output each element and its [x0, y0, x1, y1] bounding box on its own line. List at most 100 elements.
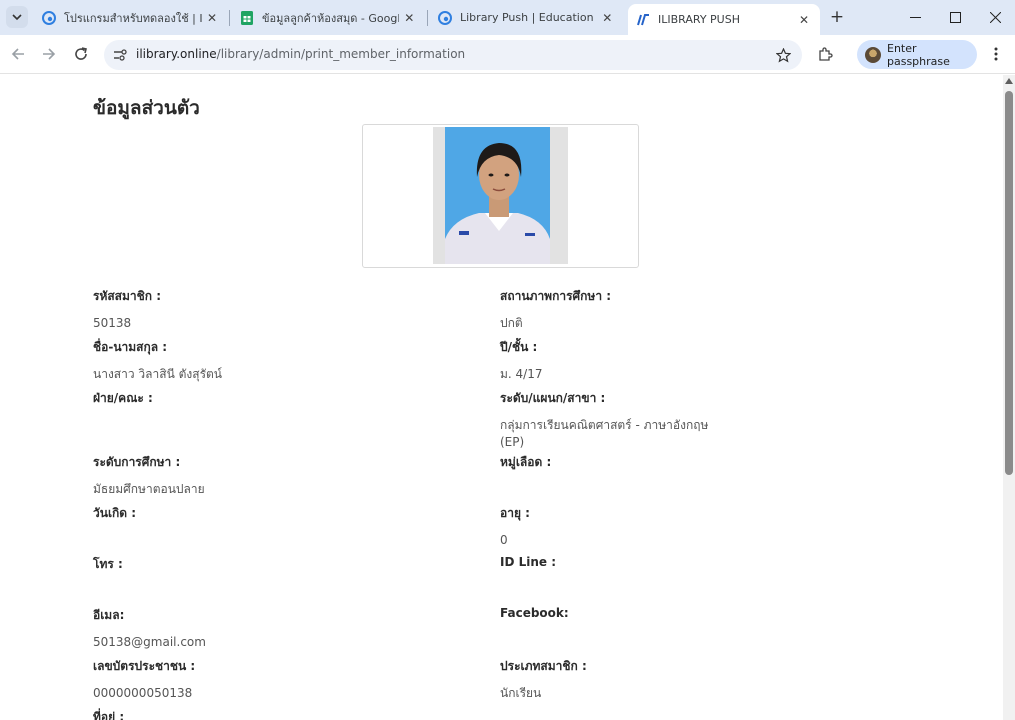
page-scrollbar[interactable]	[1003, 75, 1015, 720]
browser-toolbar: ilibrary.online/library/admin/print_memb…	[0, 35, 1015, 74]
field-birth-date: วันเกิด :	[93, 504, 313, 532]
field-label: โทร :	[93, 557, 123, 571]
tab-title: ข้อมูลลูกค้าห้องสมุด - Google ชีต	[262, 11, 399, 25]
field-label: Facebook:	[500, 606, 569, 620]
field-value: นักเรียน	[500, 686, 542, 700]
field-value: 0000000050138	[93, 686, 193, 700]
tab-ilibrary-trial[interactable]: โปรแกรมสำหรับทดลองใช้ | ILIBRARY ✕	[34, 4, 226, 31]
field-email: อีเมล: 50138@gmail.com	[93, 606, 313, 651]
puzzle-icon	[819, 47, 833, 61]
tab-search-button[interactable]	[6, 6, 28, 28]
close-icon[interactable]: ✕	[403, 10, 416, 26]
tab-strip: โปรแกรมสำหรับทดลองใช้ | ILIBRARY ✕ ข้อมู…	[0, 0, 1015, 35]
scrollbar-thumb[interactable]	[1005, 91, 1013, 475]
field-label: ระดับ/แผนก/สาขา :	[500, 391, 606, 405]
tab-separator	[427, 10, 428, 26]
field-label: ID Line :	[500, 555, 557, 569]
field-label: อายุ :	[500, 506, 530, 520]
site-info-icon[interactable]	[112, 47, 128, 63]
tab-title: Library Push | Education Push	[460, 11, 597, 24]
field-label: ระดับการศึกษา :	[93, 455, 181, 469]
forward-button[interactable]	[38, 43, 60, 65]
window-close-button[interactable]	[975, 0, 1015, 34]
avatar	[865, 46, 881, 63]
minimize-icon	[909, 16, 921, 18]
field-label: ชื่อ-นามสกุล :	[93, 340, 168, 354]
tab-google-sheets[interactable]: ข้อมูลลูกค้าห้องสมุด - Google ชีต ✕	[232, 4, 424, 31]
field-label: ฝ่าย/คณะ :	[93, 391, 153, 405]
page-title: ข้อมูลส่วนตัว	[93, 97, 200, 119]
close-icon[interactable]: ✕	[206, 10, 218, 26]
scroll-up-arrow-icon[interactable]	[1005, 78, 1013, 84]
field-value: กลุ่มการเรียนคณิตศาสตร์ - ภาษาอังกฤษ (EP…	[500, 418, 709, 449]
arrow-left-icon	[11, 48, 24, 60]
back-button[interactable]	[7, 43, 29, 65]
field-label: ประเภทสมาชิก :	[500, 659, 587, 673]
field-value: 50138	[93, 316, 132, 330]
url-text: ilibrary.online/library/admin/print_memb…	[136, 47, 465, 61]
address-bar[interactable]: ilibrary.online/library/admin/print_memb…	[104, 40, 802, 70]
tab-title: โปรแกรมสำหรับทดลองใช้ | ILIBRARY	[64, 11, 202, 25]
field-value: 50138@gmail.com	[93, 635, 206, 649]
field-program: ระดับ/แผนก/สาขา : กลุ่มการเรียนคณิตศาสตร…	[500, 389, 720, 451]
sheets-icon	[240, 10, 254, 25]
browser-menu-button[interactable]	[986, 44, 1006, 64]
close-icon	[989, 11, 1001, 23]
plus-icon: +	[829, 7, 845, 27]
tab-separator	[229, 10, 230, 26]
field-label: สถานภาพการศึกษา :	[500, 289, 612, 303]
field-faculty: ฝ่าย/คณะ :	[93, 389, 313, 417]
field-year-level: ปี/ชั้น : ม. 4/17	[500, 338, 720, 383]
reload-button[interactable]	[70, 43, 92, 65]
field-line-id: ID Line :	[500, 555, 720, 578]
close-icon[interactable]: ✕	[601, 10, 614, 26]
field-value: 0	[500, 533, 508, 547]
field-value: นางสาว วิลาสินี ตังสุรัตน์	[93, 367, 223, 381]
chevron-down-icon	[12, 14, 22, 21]
more-vertical-icon	[994, 47, 998, 61]
field-label: เลขบัตรประชาชน :	[93, 659, 196, 673]
profile-button[interactable]: Enter passphrase	[857, 40, 977, 69]
field-full-name: ชื่อ-นามสกุล : นางสาว วิลาสินี ตังสุรัตน…	[93, 338, 313, 383]
maximize-icon	[949, 11, 961, 23]
field-blood-group: หมู่เลือด :	[500, 453, 720, 481]
maximize-button[interactable]	[935, 0, 975, 34]
bookmark-star-icon[interactable]	[774, 46, 792, 64]
member-photo-frame	[362, 124, 639, 268]
tab-library-push[interactable]: Library Push | Education Push ✕	[430, 4, 622, 31]
field-address: ที่อยู่ :	[93, 708, 313, 720]
field-label: หมู่เลือด :	[500, 455, 552, 469]
field-national-id: เลขบัตรประชาชน : 0000000050138	[93, 657, 313, 702]
page-content: ข้อมูลส่วนตัว รหัสสมาชิก : 50138 สถานภาพ…	[0, 75, 1003, 720]
arrow-right-icon	[43, 48, 56, 60]
new-tab-button[interactable]: +	[826, 6, 848, 28]
url-path: /library/admin/print_member_information	[216, 47, 466, 61]
reload-icon	[75, 47, 87, 60]
profile-label: Enter passphrase	[887, 41, 950, 68]
url-host: ilibrary.online	[136, 47, 217, 61]
field-label: ปี/ชั้น :	[500, 340, 538, 354]
field-value: ม. 4/17	[500, 367, 543, 381]
close-icon[interactable]: ✕	[796, 12, 812, 28]
field-label: ที่อยู่ :	[93, 710, 125, 720]
minimize-button[interactable]	[895, 0, 935, 34]
ilibrary-logo-icon	[636, 13, 650, 27]
tab-title: ILIBRARY PUSH	[658, 13, 740, 26]
field-age: อายุ : 0	[500, 504, 720, 549]
field-member-id: รหัสสมาชิก : 50138	[93, 287, 313, 332]
field-phone: โทร :	[93, 555, 313, 583]
field-facebook: Facebook:	[500, 606, 720, 629]
field-value: มัธยมศึกษาตอนปลาย	[93, 482, 205, 496]
member-photo	[433, 127, 568, 264]
field-label: อีเมล:	[93, 608, 125, 622]
edge-blue-icon	[438, 10, 452, 25]
field-value: ปกติ	[500, 316, 523, 330]
field-education-level: ระดับการศึกษา : มัธยมศึกษาตอนปลาย	[93, 453, 313, 498]
edge-blue-icon	[42, 10, 56, 25]
field-label: วันเกิด :	[93, 506, 137, 520]
field-member-type: ประเภทสมาชิก : นักเรียน	[500, 657, 720, 702]
field-study-status: สถานภาพการศึกษา : ปกติ	[500, 287, 720, 332]
tab-ilibrary-push[interactable]: ILIBRARY PUSH ✕	[628, 4, 820, 35]
field-label: รหัสสมาชิก :	[93, 289, 162, 303]
extensions-button[interactable]	[815, 44, 835, 64]
